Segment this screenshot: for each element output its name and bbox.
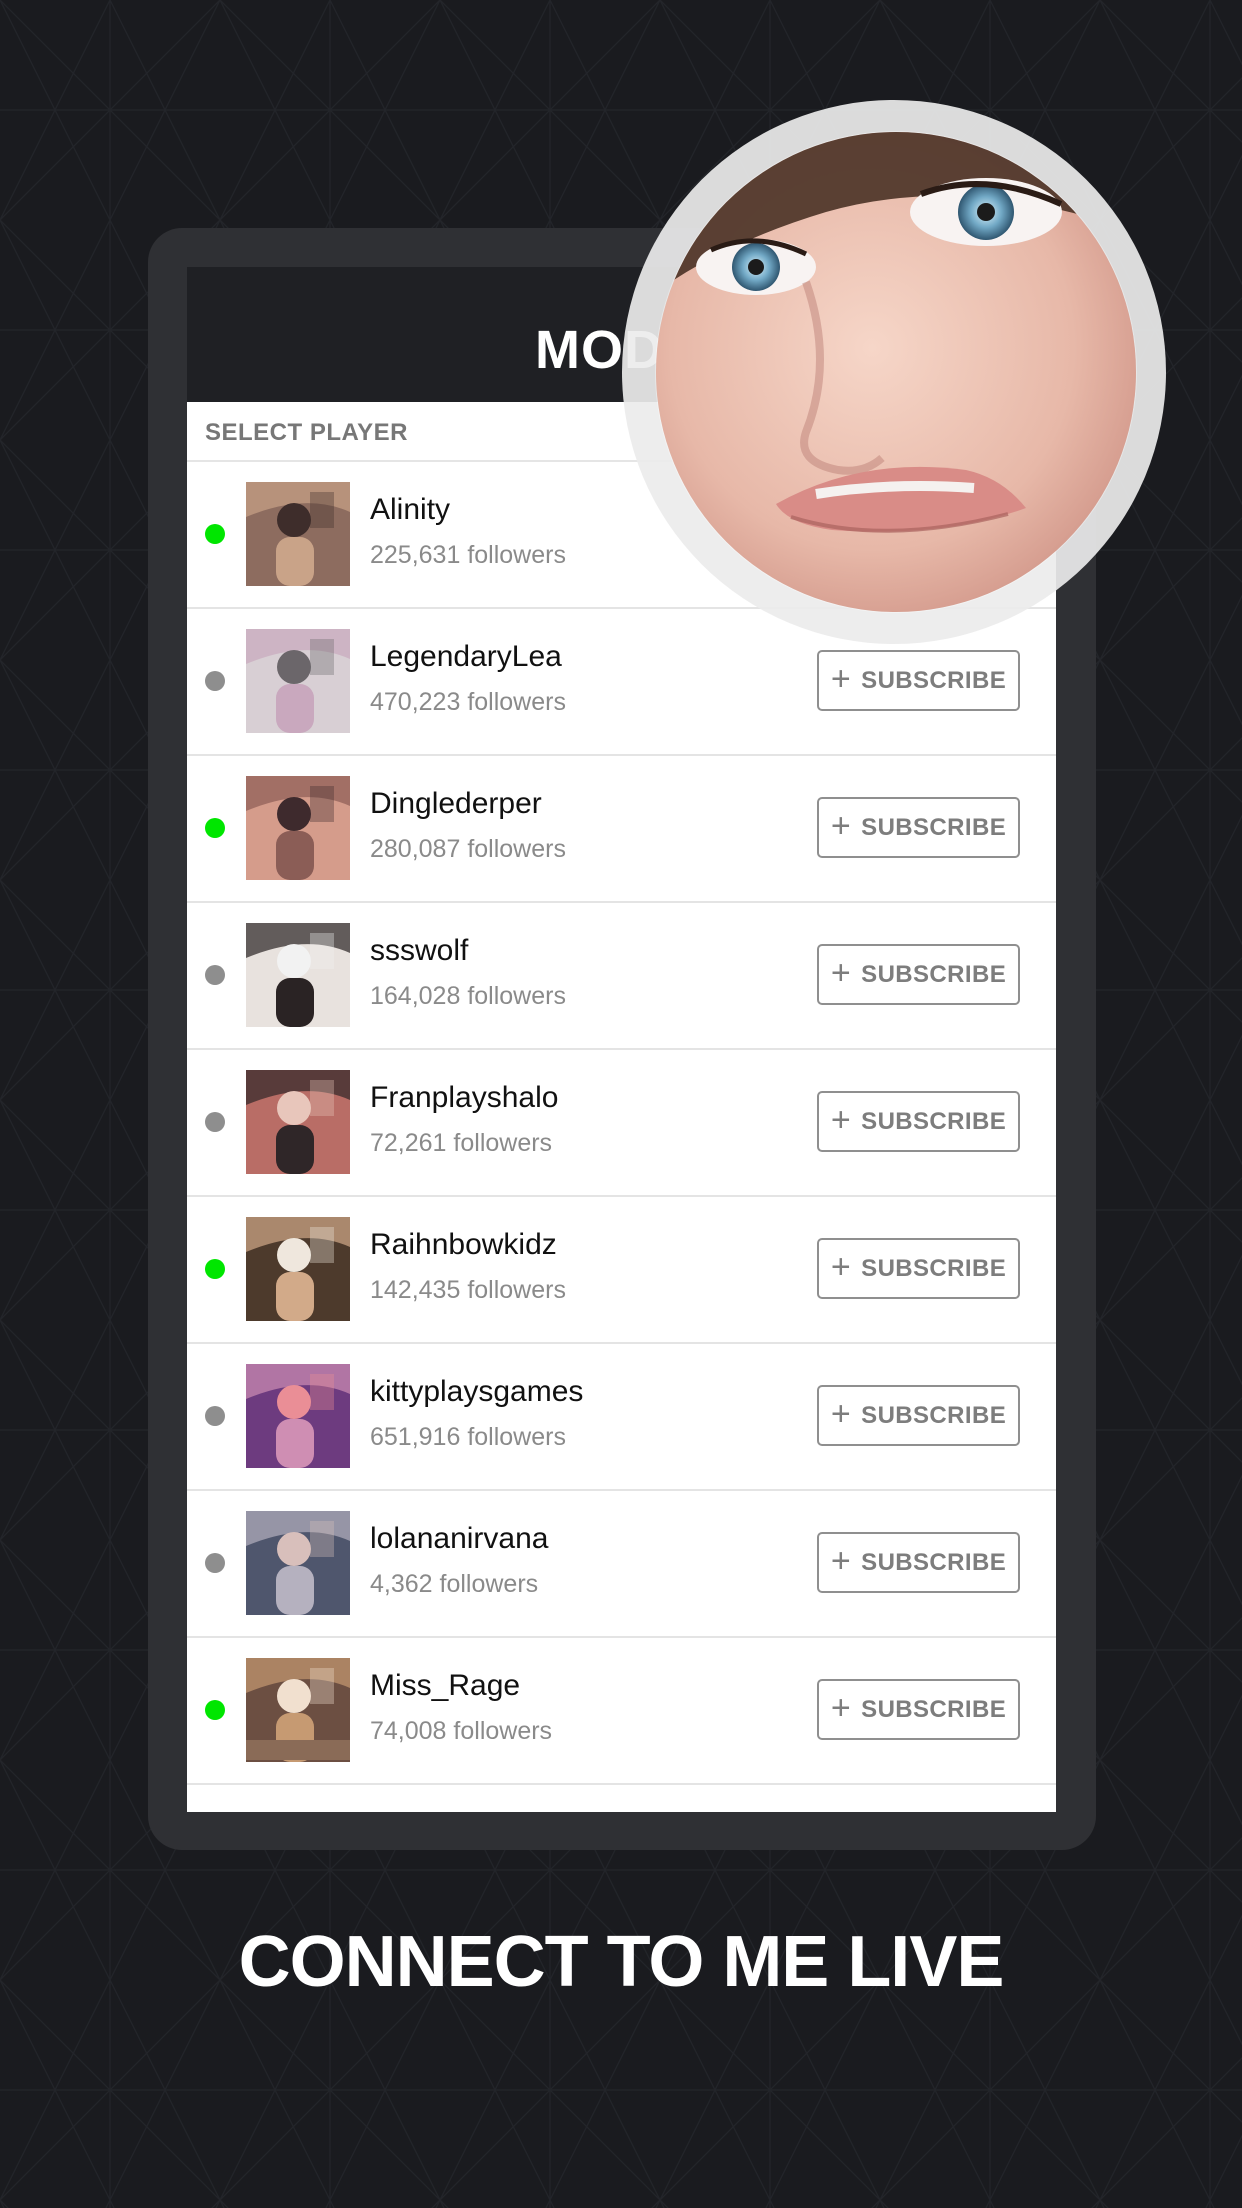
player-row[interactable]: Dinglederper 280,087 followers + SUBSCRIBE [187, 756, 1056, 903]
subscribe-label: SUBSCRIBE [861, 1401, 1007, 1429]
status-dot [205, 1259, 225, 1279]
player-list: Alinity 225,631 followers LegendaryLea 470… [187, 462, 1056, 1785]
avatar[interactable] [246, 1217, 350, 1321]
player-row[interactable]: Franplayshalo 72,261 followers + SUBSCRIBE [187, 1050, 1056, 1197]
avatar[interactable] [246, 629, 350, 733]
status-dot [205, 1406, 225, 1426]
subscribe-label: SUBSCRIBE [861, 813, 1007, 841]
avatar[interactable] [246, 776, 350, 880]
player-name: Dinglederper [370, 787, 542, 820]
player-name: Alinity [370, 493, 451, 526]
player-row[interactable]: lolananirvana 4,362 followers + SUBSCRIBE [187, 1491, 1056, 1638]
plus-icon: + [830, 1688, 852, 1727]
player-row[interactable]: kittyplaysgames 651,916 followers + SUBSCRI… [187, 1344, 1056, 1491]
subscribe-button[interactable]: + SUBSCRIBE [817, 1091, 1020, 1152]
subscribe-button[interactable]: + SUBSCRIBE [817, 650, 1020, 711]
player-followers: 470,223 followers [370, 688, 566, 716]
status-dot [205, 1700, 225, 1720]
player-followers: 225,631 followers [370, 541, 566, 569]
player-name: ssswolf [370, 934, 469, 967]
tagline: CONNECT TO ME LIVE [238, 1922, 1005, 2002]
player-name: kittyplaysgames [370, 1375, 584, 1408]
player-row[interactable]: Miss_Rage 74,008 followers + SUBSCRIBE [187, 1638, 1056, 1785]
subscribe-label: SUBSCRIBE [861, 960, 1007, 988]
subscribe-button[interactable]: + SUBSCRIBE [817, 1679, 1020, 1740]
player-followers: 164,028 followers [370, 982, 566, 1010]
player-followers: 651,916 followers [370, 1423, 566, 1451]
avatar[interactable] [246, 482, 350, 586]
player-row[interactable]: ssswolf 164,028 followers + SUBSCRIBE [187, 903, 1056, 1050]
subscribe-button[interactable]: + SUBSCRIBE [817, 1385, 1020, 1446]
plus-icon: + [830, 806, 852, 845]
plus-icon: + [830, 659, 852, 698]
subscribe-label: SUBSCRIBE [861, 666, 1007, 694]
status-dot [205, 1112, 225, 1132]
player-followers: 142,435 followers [370, 1276, 566, 1304]
player-name: Franplayshalo [370, 1081, 559, 1114]
player-followers: 4,362 followers [370, 1570, 539, 1598]
player-row[interactable]: Raihnbowkidz 142,435 followers + SUBSCRIBE [187, 1197, 1056, 1344]
subscribe-button[interactable]: + SUBSCRIBE [817, 797, 1020, 858]
avatar[interactable] [246, 1364, 350, 1468]
status-dot [205, 818, 225, 838]
player-followers: 280,087 followers [370, 835, 566, 863]
player-name: LegendaryLea [370, 640, 562, 673]
player-name: Raihnbowkidz [370, 1228, 557, 1261]
plus-icon: + [830, 953, 852, 992]
status-dot [205, 1553, 225, 1573]
partially-visible-avatar [246, 1740, 350, 1760]
subscribe-button[interactable]: + SUBSCRIBE [817, 944, 1020, 1005]
subscribe-button[interactable]: + SUBSCRIBE [817, 1238, 1020, 1299]
status-dot [205, 671, 225, 691]
subscribe-label: SUBSCRIBE [861, 1254, 1007, 1282]
player-followers: 72,261 followers [370, 1129, 553, 1157]
subscribe-label: SUBSCRIBE [861, 1695, 1007, 1723]
player-followers: 74,008 followers [370, 1717, 553, 1745]
subscribe-label: SUBSCRIBE [861, 1548, 1007, 1576]
plus-icon: + [830, 1541, 852, 1580]
plus-icon: + [830, 1247, 852, 1286]
subscribe-button[interactable]: + SUBSCRIBE [817, 1532, 1020, 1593]
player-name: Miss_Rage [370, 1669, 521, 1702]
avatar[interactable] [246, 923, 350, 1027]
player-name: lolananirvana [370, 1522, 549, 1555]
featured-portrait [656, 132, 1136, 612]
avatar[interactable] [246, 1070, 350, 1174]
subscribe-label: SUBSCRIBE [861, 1107, 1007, 1135]
plus-icon: + [830, 1394, 852, 1433]
status-dot [205, 524, 225, 544]
plus-icon: + [830, 1100, 852, 1139]
avatar[interactable] [246, 1511, 350, 1615]
status-dot [205, 965, 225, 985]
